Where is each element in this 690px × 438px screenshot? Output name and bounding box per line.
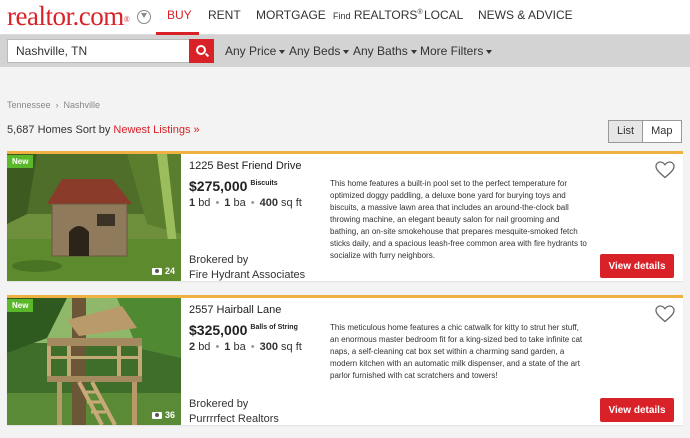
- new-badge: New: [7, 299, 34, 312]
- photo-count: 24: [151, 266, 175, 276]
- breadcrumb-state[interactable]: Tennessee: [7, 100, 51, 110]
- top-navigation: realtor.com® BUY RENT MORTGAGE Find REAL…: [0, 0, 690, 35]
- listing-price: $325,000 Balls of String: [189, 322, 298, 338]
- photo-count-value: 24: [164, 266, 175, 276]
- beds-value: 2: [189, 341, 196, 353]
- view-details-button[interactable]: View details: [600, 398, 674, 422]
- spec-separator-icon: •: [215, 341, 220, 353]
- nav-find-realtors[interactable]: Find REALTORS®: [333, 8, 423, 22]
- filter-more[interactable]: More Filters: [420, 44, 493, 58]
- baths-value: 1: [224, 341, 231, 353]
- listing-address[interactable]: 1225 Best Friend Drive: [189, 160, 302, 172]
- filter-baths[interactable]: Any Baths: [353, 44, 417, 58]
- spec-separator-icon: •: [250, 341, 255, 353]
- filter-price[interactable]: Any Price: [225, 44, 286, 58]
- camera-icon: [151, 267, 162, 275]
- search-button[interactable]: [189, 39, 214, 63]
- view-details-button[interactable]: View details: [600, 254, 674, 278]
- filter-beds[interactable]: Any Beds: [289, 44, 350, 58]
- breadcrumb-city[interactable]: Nashville: [64, 100, 101, 110]
- nav-realtors-label: REALTORS: [353, 8, 418, 22]
- listing-card[interactable]: New 36 2557 Hairball Lane $325,000 Balls …: [7, 295, 683, 425]
- sort-link[interactable]: Newest Listings »: [113, 124, 199, 136]
- caret-down-icon: [343, 49, 350, 54]
- price-currency: Biscuits: [250, 180, 278, 187]
- heart-icon[interactable]: [655, 161, 675, 179]
- breadcrumb: Tennessee › Nashville: [7, 100, 100, 110]
- nav-find-prefix: Find: [333, 11, 351, 21]
- price-value: $325,000: [189, 322, 248, 338]
- nav-mortgage[interactable]: MORTGAGE: [256, 8, 326, 22]
- dog-house-photo: [7, 154, 181, 281]
- search-filter-bar: Any Price Any Beds Any Baths More Filter…: [0, 35, 690, 67]
- broker-label: Brokered by: [189, 398, 249, 410]
- camera-icon: [151, 411, 162, 419]
- results-summary: 5,687 Homes Sort by Newest Listings »: [7, 124, 200, 136]
- listing-photo[interactable]: New 36: [7, 298, 181, 425]
- chevron-down-icon[interactable]: [137, 10, 151, 24]
- listing-specs: 2 bd • 1 ba • 300 sq ft: [189, 341, 302, 353]
- photo-count-value: 36: [164, 410, 175, 420]
- spec-separator-icon: •: [250, 197, 255, 209]
- spec-separator-icon: •: [215, 197, 220, 209]
- nav-buy[interactable]: BUY: [167, 8, 192, 22]
- nav-local[interactable]: LOCAL: [424, 8, 463, 22]
- listing-photo[interactable]: New 24: [7, 154, 181, 281]
- heart-icon[interactable]: [655, 305, 675, 323]
- broker-name: Fire Hydrant Associates: [189, 269, 306, 281]
- broker-name: Purrrrfect Realtors: [189, 413, 279, 425]
- caret-down-icon: [279, 49, 286, 54]
- new-badge: New: [7, 155, 34, 168]
- map-view-button[interactable]: Map: [643, 121, 680, 142]
- broker-label: Brokered by: [189, 254, 249, 266]
- listing-description: This home features a built-in pool set t…: [330, 179, 587, 260]
- sqft-label: sq ft: [281, 341, 302, 353]
- logo-text: realtor.com: [7, 1, 124, 31]
- location-search-input[interactable]: [7, 39, 190, 63]
- listing-address[interactable]: 2557 Hairball Lane: [189, 304, 281, 316]
- search-icon: [196, 45, 206, 55]
- caret-down-icon: [410, 49, 417, 54]
- beds-label: bd: [198, 197, 211, 209]
- breadcrumb-separator-icon: ›: [55, 100, 59, 110]
- tree-house-photo: [7, 298, 181, 425]
- price-value: $275,000: [189, 178, 248, 194]
- logo-registered-mark: ®: [123, 15, 130, 24]
- list-view-button[interactable]: List: [609, 121, 644, 142]
- filter-price-label: Any Price: [225, 44, 277, 58]
- nav-news-advice[interactable]: NEWS & ADVICE: [478, 8, 573, 22]
- baths-value: 1: [224, 197, 231, 209]
- filter-beds-label: Any Beds: [289, 44, 341, 58]
- photo-count: 36: [151, 410, 175, 420]
- caret-down-icon: [486, 49, 493, 54]
- nav-rent[interactable]: RENT: [208, 8, 241, 22]
- baths-label: ba: [233, 341, 246, 353]
- nav-realtors-mark: ®: [417, 9, 423, 16]
- baths-label: ba: [233, 197, 246, 209]
- results-count: 5,687 Homes Sort by: [7, 124, 111, 136]
- price-currency: Balls of String: [250, 324, 298, 331]
- realtor-logo[interactable]: realtor.com®: [7, 1, 130, 31]
- filter-more-label: More Filters: [420, 44, 484, 58]
- listing-price: $275,000 Biscuits: [189, 178, 278, 194]
- sqft-value: 400: [259, 197, 278, 209]
- filter-baths-label: Any Baths: [353, 44, 408, 58]
- beds-value: 1: [189, 197, 196, 209]
- listing-description: This meticulous home features a chic cat…: [330, 323, 583, 380]
- beds-label: bd: [198, 341, 211, 353]
- sqft-label: sq ft: [281, 197, 302, 209]
- sqft-value: 300: [259, 341, 278, 353]
- listing-specs: 1 bd • 1 ba • 400 sq ft: [189, 197, 302, 209]
- listing-card[interactable]: New 24 1225 Best Friend Drive $275,000 Bi…: [7, 151, 683, 281]
- view-toggle: List Map: [608, 120, 682, 143]
